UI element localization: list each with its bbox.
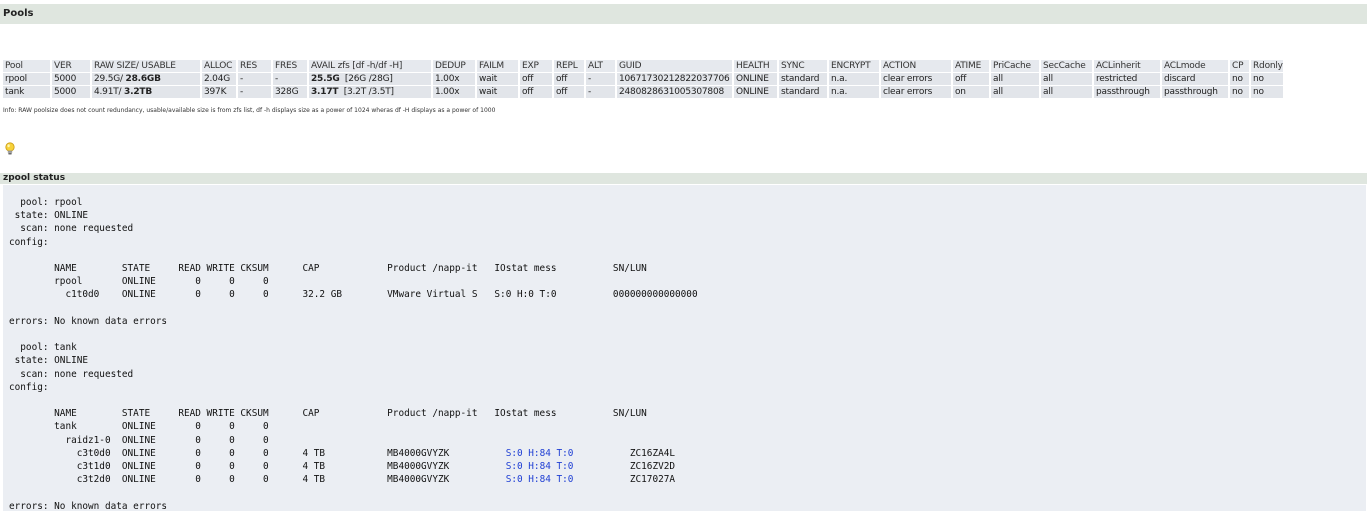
pool-alloc: 2.04G [201,72,238,86]
pool-alt: - [585,72,617,86]
pool-expand-link[interactable]: off [519,85,554,99]
raw-size-value: 4.91T/ [94,87,122,97]
pool-sync-link[interactable]: standard [778,72,829,86]
col-header-aclinherit: ACLinherit [1093,60,1162,73]
col-header-failm: FAILM [476,60,520,73]
pool-dedup: 1.00x [432,85,477,99]
avail-df-value: [26G /28G] [344,74,393,84]
pool-raw-size: 29.5G/ 28.6GB [91,72,202,86]
pool-res: - [237,85,273,99]
col-header-rdonly: Rdonly [1250,60,1285,73]
pool-encrypt: n.a. [828,85,881,99]
zpool-status-text: pool: rpool state: ONLINE scan: none req… [9,197,698,446]
raw-size-value: 29.5G/ [94,74,123,84]
col-header-action: ACTION [880,60,953,73]
col-header-aclmode: ACLmode [1161,60,1230,73]
pools-table: Pool VER RAW SIZE/ USABLE ALLOC RES FRES… [3,60,1285,99]
disk-line: c3t1d0 ONLINE 0 0 0 4 TB MB4000GVYZK S:0… [9,461,676,473]
pool-seccache-link[interactable]: all [1040,72,1094,86]
clear-errors-link[interactable]: clear errors [880,72,953,86]
pool-atime-link[interactable]: on [952,85,991,99]
table-row: rpool 5000 29.5G/ 28.6GB 2.04G - - 25.5G… [3,72,1285,86]
pool-raw-size: 4.91T/ 3.2TB [91,85,202,99]
pool-aclinherit-link[interactable]: passthrough [1093,85,1162,99]
pool-fres: - [272,72,309,86]
zpool-status-header: zpool status [0,173,1367,184]
pool-guid: 2480828631005307808 [616,85,734,99]
pool-dedup: 1.00x [432,72,477,86]
col-header-alt: ALT [585,60,617,73]
clear-errors-link[interactable]: clear errors [880,85,953,99]
table-row: tank 5000 4.91T/ 3.2TB 397K - 328G 3.17T… [3,85,1285,99]
pool-health: ONLINE [733,85,779,99]
col-header-cp: CP [1229,60,1251,73]
pool-failmode-link[interactable]: wait [476,85,520,99]
col-header-avail: AVAIL zfs [df -h/df -H] [308,60,433,73]
col-header-alloc: ALLOC [201,60,238,73]
pool-health: ONLINE [733,72,779,86]
col-header-encrypt: ENCRYPT [828,60,881,73]
pool-failmode-link[interactable]: wait [476,72,520,86]
col-header-fres: FRES [272,60,309,73]
avail-value: 3.17T [311,87,339,97]
pool-pricache-link[interactable]: all [990,72,1041,86]
pool-cp: no [1229,72,1251,86]
col-header-atime: ATIME [952,60,991,73]
pool-aclinherit-link[interactable]: restricted [1093,72,1162,86]
pool-pricache-link[interactable]: all [990,85,1041,99]
zpool-status-output: pool: rpool state: ONLINE scan: none req… [9,196,698,513]
iostat-mess: S:0 H:84 T:0 [505,447,574,459]
avail-df-value: [3.2T /3.5T] [343,87,394,97]
col-header-guid: GUID [616,60,734,73]
usable-size-value: 3.2TB [124,87,152,97]
pool-fres: 328G [272,85,309,99]
zpool-status-errors: errors: No known data errors [9,500,168,512]
pool-expand-link[interactable]: off [519,72,554,86]
lightbulb-icon[interactable] [4,141,16,155]
pools-section-header: Pools [0,4,1367,24]
col-header-res: RES [237,60,273,73]
disk-line: c3t2d0 ONLINE 0 0 0 4 TB MB4000GVYZK S:0… [9,474,676,486]
pool-atime-link[interactable]: off [952,72,991,86]
pool-name-link[interactable]: tank [3,85,52,99]
pool-replace-link[interactable]: off [553,85,586,99]
col-header-dedup: DEDUP [432,60,477,73]
zpool-status-panel: pool: rpool state: ONLINE scan: none req… [3,185,1366,513]
pool-encrypt: n.a. [828,72,881,86]
pool-res: - [237,72,273,86]
pool-guid: 10671730212822037706 [616,72,734,86]
disk-line: c3t0d0 ONLINE 0 0 0 4 TB MB4000GVYZK S:0… [9,447,676,459]
pool-name-link[interactable]: rpool [3,72,52,86]
avail-value: 25.5G [311,74,340,84]
col-header-ver: VER [51,60,92,73]
iostat-mess: S:0 H:84 T:0 [505,461,574,473]
pool-sync-link[interactable]: standard [778,85,829,99]
pool-cp: no [1229,85,1251,99]
pool-aclmode-link[interactable]: discard [1161,72,1230,86]
col-header-sync: SYNC [778,60,829,73]
pool-alt: - [585,85,617,99]
col-header-pricache: PriCache [990,60,1041,73]
pool-version-link[interactable]: 5000 [51,72,92,86]
col-header-health: HEALTH [733,60,779,73]
pool-rdonly: no [1250,85,1285,99]
pool-aclmode-link[interactable]: passthrough [1161,85,1230,99]
pool-avail: 3.17T [3.2T /3.5T] [308,85,433,99]
pool-version-link[interactable]: 5000 [51,85,92,99]
col-header-exp: EXP [519,60,554,73]
usable-size-value: 28.6GB [125,74,161,84]
col-header-pool: Pool [3,60,52,73]
pool-alloc: 397K [201,85,238,99]
col-header-seccache: SecCache [1040,60,1094,73]
pool-rdonly: no [1250,72,1285,86]
iostat-mess: S:0 H:84 T:0 [505,474,574,486]
pool-replace-link[interactable]: off [553,72,586,86]
pools-table-header-row: Pool VER RAW SIZE/ USABLE ALLOC RES FRES… [3,60,1285,73]
col-header-repl: REPL [553,60,586,73]
pool-avail: 25.5G [26G /28G] [308,72,433,86]
col-header-raw-size: RAW SIZE/ USABLE [91,60,202,73]
pools-info-note: Info: RAW poolsize does not count redund… [3,107,496,114]
pool-seccache-link[interactable]: all [1040,85,1094,99]
